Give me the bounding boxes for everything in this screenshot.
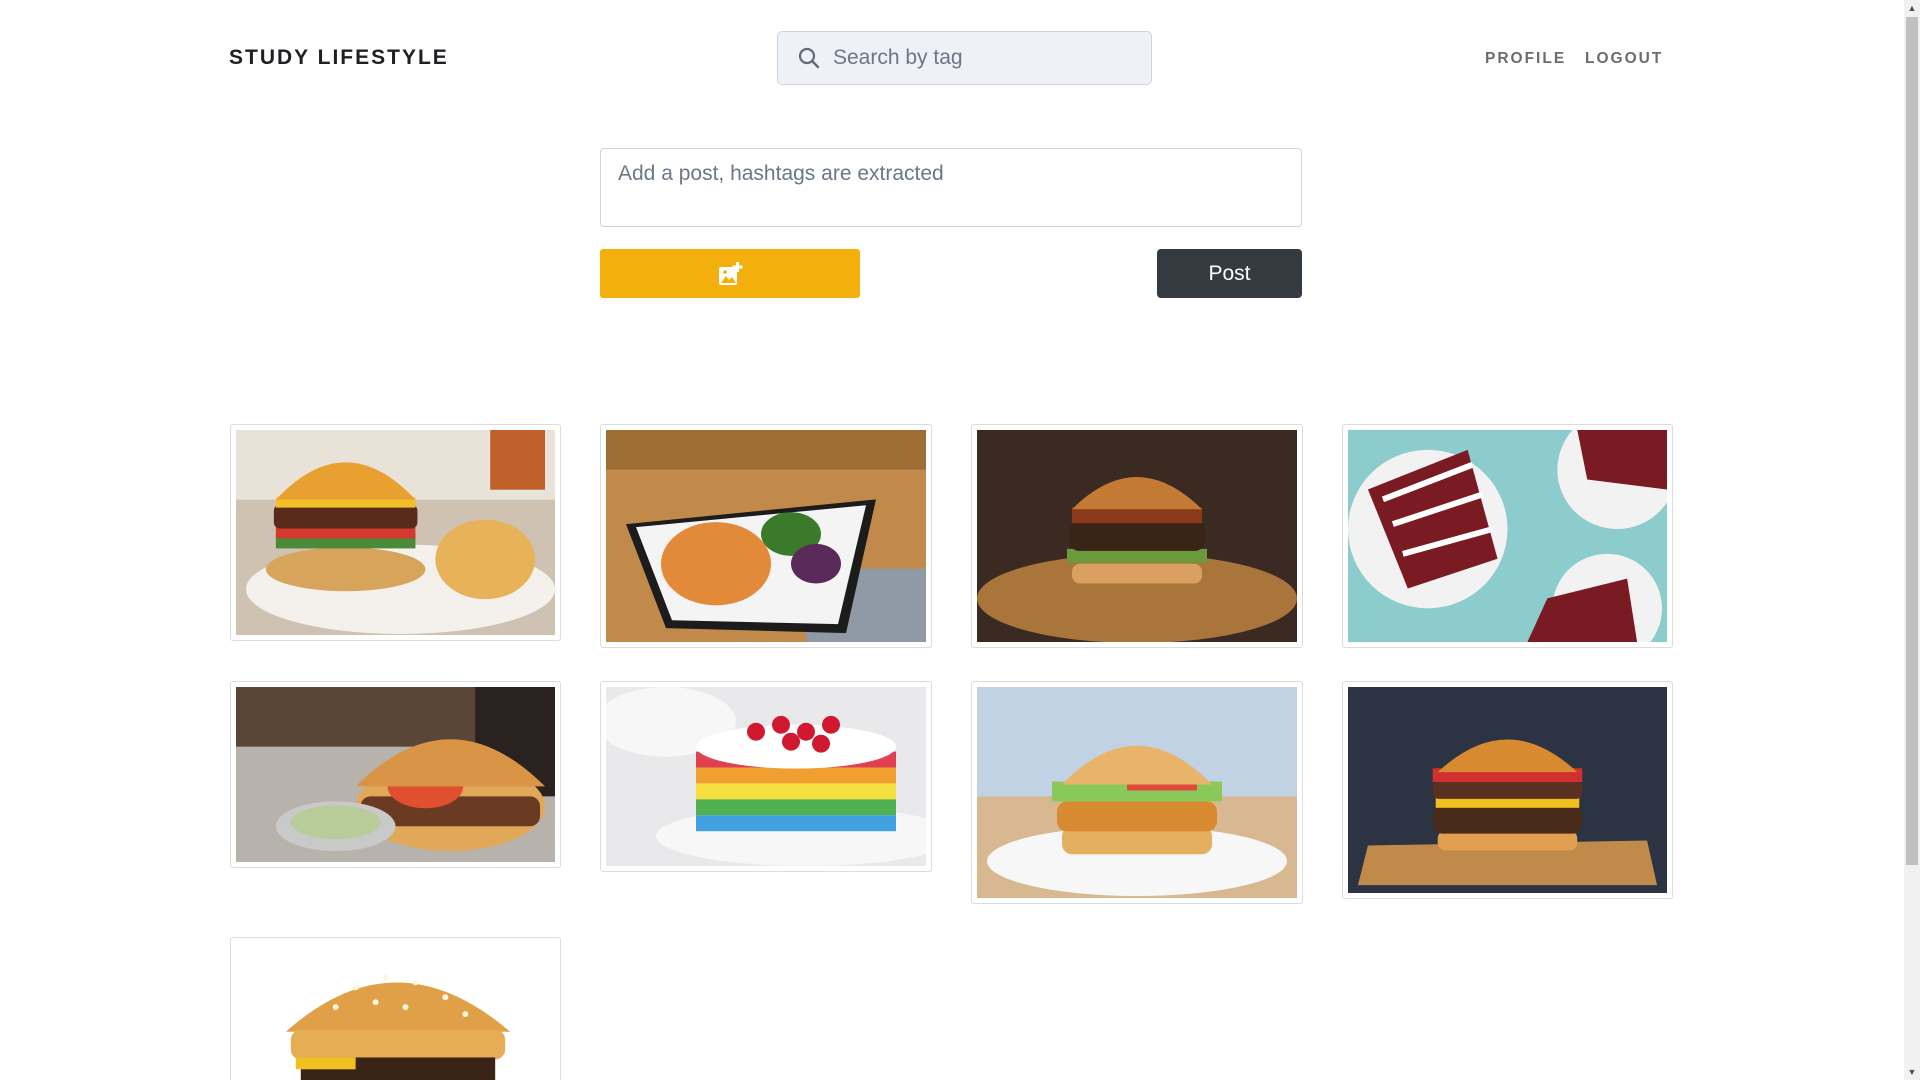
post-image-sesame-burger xyxy=(236,943,555,1080)
scroll-up-arrow-icon[interactable]: ▲ xyxy=(1904,0,1920,16)
post-image-cauliflower xyxy=(606,430,926,642)
brand-logo[interactable]: STUDY LIFESTYLE xyxy=(229,46,449,70)
post-image-burger-board xyxy=(977,430,1297,642)
nav-logout-link[interactable]: LOGOUT xyxy=(1585,50,1663,68)
post-card[interactable] xyxy=(230,424,561,641)
post-button[interactable]: Post xyxy=(1157,249,1302,298)
scrollbar-thumb[interactable] xyxy=(1906,17,1918,865)
page: STUDY LIFESTYLE PROFILE LOGOUT Post xyxy=(0,0,1920,1080)
scroll-down-arrow-icon[interactable]: ▼ xyxy=(1904,1064,1920,1080)
post-card[interactable] xyxy=(1342,424,1673,648)
search-input[interactable] xyxy=(831,45,1135,71)
post-image-burger-fries xyxy=(236,430,555,635)
search-bar[interactable] xyxy=(777,31,1152,85)
add-photo-icon xyxy=(717,261,743,287)
post-image-burger-sauce xyxy=(236,687,555,862)
post-card[interactable] xyxy=(971,424,1303,648)
post-image-red-velvet xyxy=(1348,430,1667,642)
post-card[interactable] xyxy=(600,681,932,872)
post-card[interactable] xyxy=(971,681,1303,904)
post-image-bacon-cheeseburger xyxy=(1348,687,1667,893)
post-image-rainbow-cake xyxy=(606,687,926,866)
post-image-chicken-burger xyxy=(977,687,1297,898)
post-card[interactable] xyxy=(1342,681,1673,899)
post-card[interactable] xyxy=(600,424,932,648)
post-card[interactable] xyxy=(230,681,561,868)
search-icon xyxy=(797,46,821,70)
page-scrollbar[interactable]: ▲ ▼ xyxy=(1904,0,1920,1080)
nav-profile-link[interactable]: PROFILE xyxy=(1485,50,1566,68)
post-card[interactable] xyxy=(230,937,561,1080)
post-textarea[interactable] xyxy=(600,148,1302,227)
add-image-button[interactable] xyxy=(600,249,860,298)
